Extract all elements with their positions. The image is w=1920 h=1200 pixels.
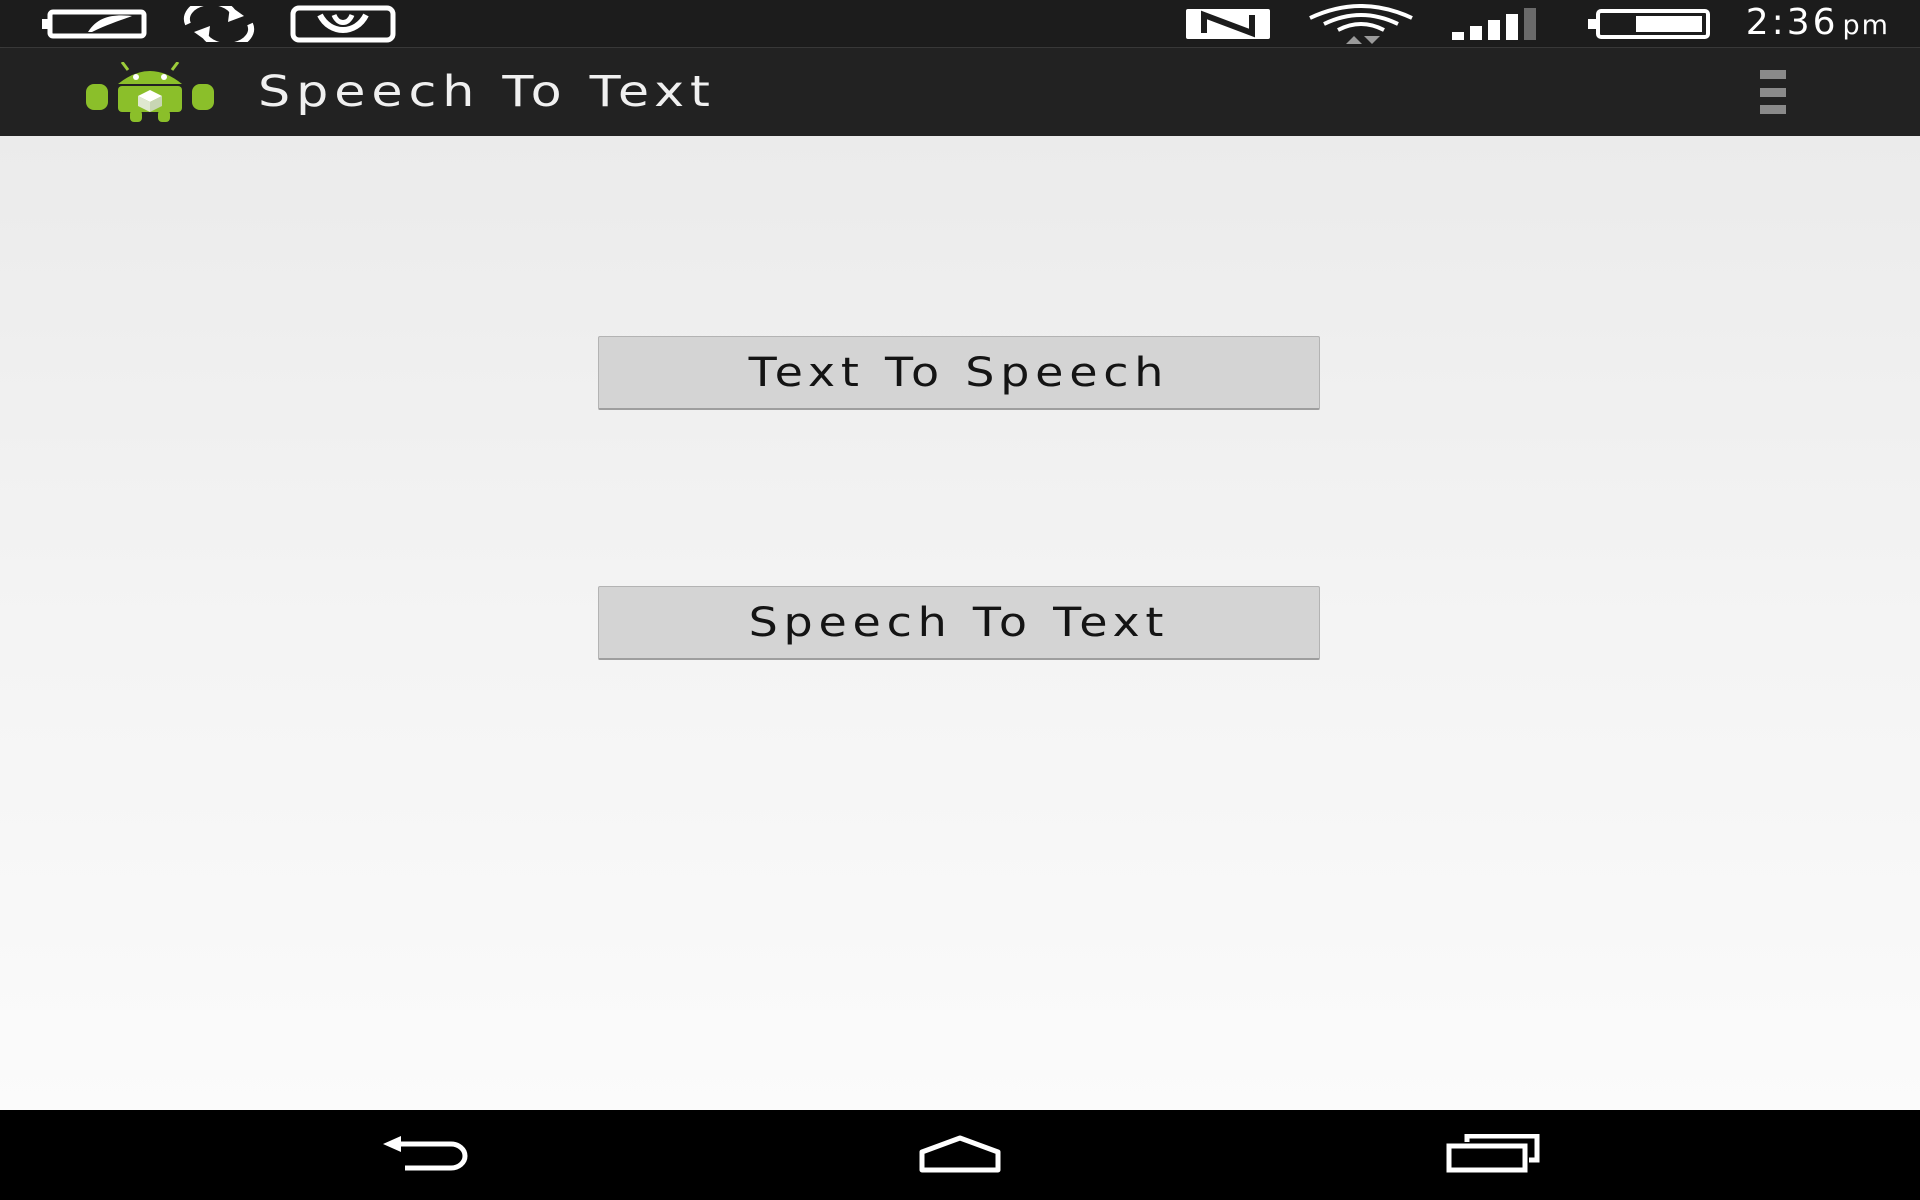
recents-icon: [1445, 1133, 1541, 1178]
overflow-dot: [1760, 70, 1786, 79]
status-clock: 2:36 pm: [1745, 1, 1890, 46]
clock-ampm: pm: [1842, 9, 1890, 41]
battery-icon: [1587, 9, 1710, 39]
wifi-icon: [1306, 4, 1416, 44]
text-to-speech-label: Text To Speech: [748, 350, 1170, 396]
home-button[interactable]: [905, 1128, 1015, 1184]
nfc-icon: [1185, 9, 1270, 39]
overflow-dot: [1760, 105, 1786, 114]
overflow-dot: [1760, 87, 1786, 97]
back-icon: [379, 1134, 475, 1178]
signal-icon: [1451, 8, 1552, 40]
battery-saver-icon: [42, 8, 148, 40]
app-title: Speech To Text: [258, 67, 716, 117]
status-bar: 2:36 pm: [0, 0, 1920, 48]
speech-to-text-label: Speech To Text: [748, 600, 1170, 646]
screen: 2:36 pm Speech To Text Text To Speech Sp…: [0, 0, 1920, 1200]
home-icon: [918, 1134, 1002, 1178]
recents-button[interactable]: [1438, 1128, 1548, 1184]
clock-time: 2:36: [1745, 1, 1839, 43]
android-icon: [86, 61, 214, 122]
navigation-bar: [0, 1110, 1920, 1200]
action-bar: Speech To Text: [0, 48, 1920, 136]
saavn-icon: [290, 5, 396, 43]
text-to-speech-button[interactable]: Text To Speech: [598, 336, 1320, 410]
main-content: Text To Speech Speech To Text: [0, 136, 1920, 1110]
back-button[interactable]: [372, 1128, 482, 1184]
sync-icon: [174, 6, 264, 42]
overflow-menu-icon[interactable]: [1760, 70, 1790, 114]
status-icons-left: [42, 4, 396, 44]
speech-to-text-button[interactable]: Speech To Text: [598, 586, 1320, 660]
status-icons-right: 2:36 pm: [1185, 1, 1890, 46]
